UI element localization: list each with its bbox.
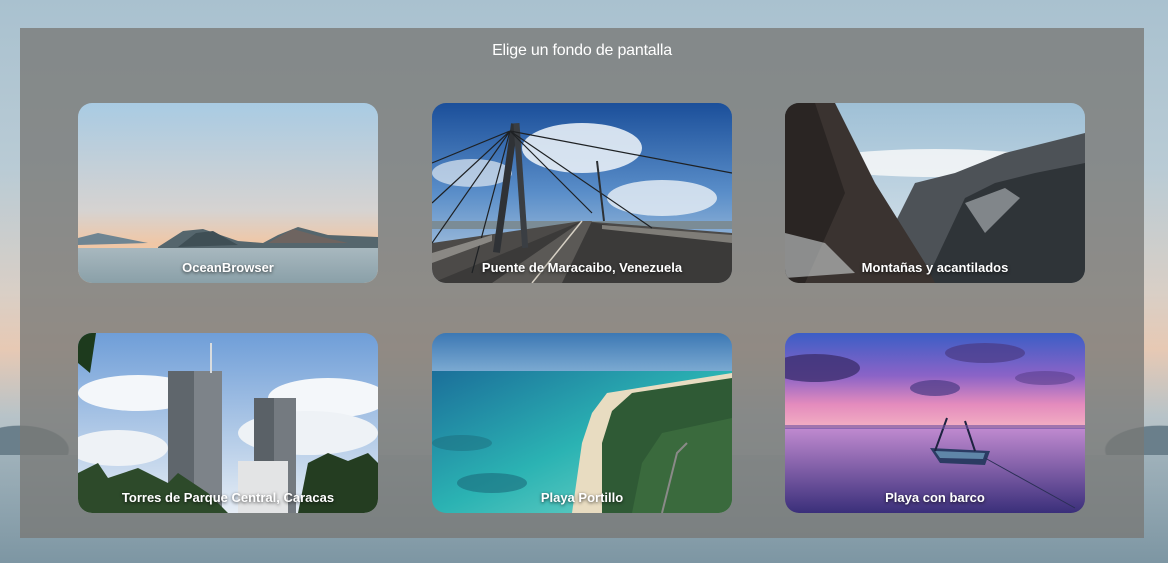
wallpaper-card-playa-portillo[interactable]: Playa Portillo xyxy=(432,333,732,513)
wallpaper-thumbnail xyxy=(785,103,1085,283)
wallpaper-label: Puente de Maracaibo, Venezuela xyxy=(481,260,683,275)
wallpaper-thumbnail xyxy=(785,333,1085,513)
wallpaper-label: Playa Portillo xyxy=(540,490,624,505)
wallpaper-label: Montañas y acantilados xyxy=(861,260,1009,275)
wallpaper-picker-dialog: Elige un fondo de pantalla OceanBrowser … xyxy=(20,28,1144,538)
wallpaper-card-playa-con-barco[interactable]: Playa con barco xyxy=(785,333,1085,513)
wallpaper-card-oceanbrowser[interactable]: OceanBrowser xyxy=(78,103,378,283)
wallpaper-thumbnail xyxy=(432,333,732,513)
wallpaper-label: OceanBrowser xyxy=(182,260,274,275)
wallpaper-label: Torres de Parque Central, Caracas xyxy=(121,490,335,505)
wallpaper-thumbnail xyxy=(432,103,732,283)
wallpaper-card-puente-maracaibo[interactable]: Puente de Maracaibo, Venezuela xyxy=(432,103,732,283)
wallpaper-card-montanas-acantilados[interactable]: Montañas y acantilados xyxy=(785,103,1085,283)
wallpaper-label: Playa con barco xyxy=(885,490,985,505)
dialog-title: Elige un fondo de pantalla xyxy=(492,42,672,59)
wallpaper-card-torres-parque-central[interactable]: Torres de Parque Central, Caracas xyxy=(78,333,378,513)
wallpaper-thumbnail xyxy=(78,103,378,283)
wallpaper-thumbnail xyxy=(78,333,378,513)
